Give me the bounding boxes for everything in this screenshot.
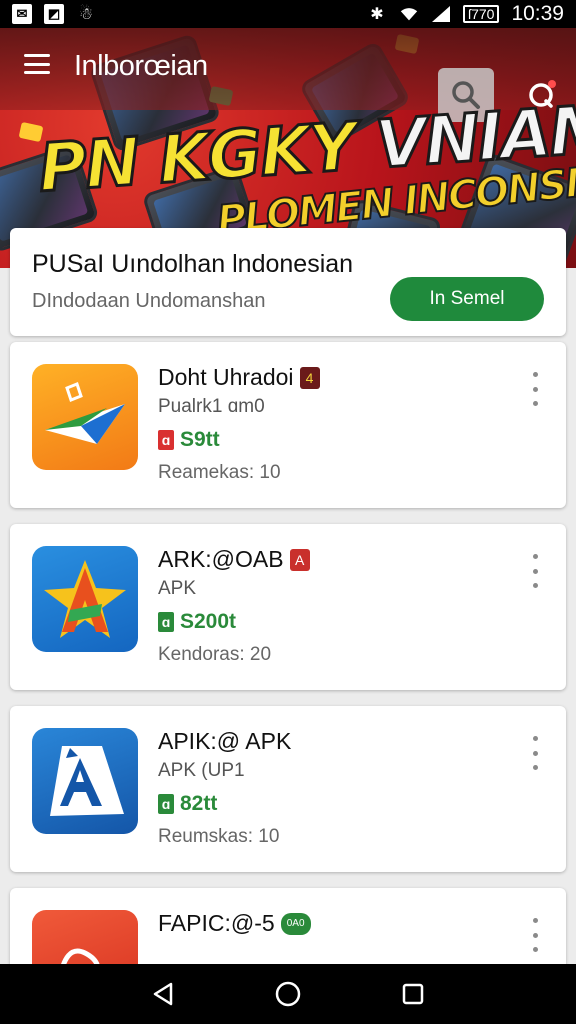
app-name-text: APIK:@ APK xyxy=(158,728,292,754)
menu-button[interactable] xyxy=(22,50,52,78)
back-icon xyxy=(153,982,172,1006)
more-options-button[interactable] xyxy=(530,372,540,406)
app-meta: Reumskas: 10 xyxy=(158,826,280,847)
home-button[interactable] xyxy=(268,974,308,1014)
app-card[interactable]: Doht Uhradoi 4 Pualrk1 ɑm0 ɑ S9tt Reamek… xyxy=(10,342,566,508)
dot-icon xyxy=(532,568,538,574)
android-icon: ☃ xyxy=(78,6,94,23)
status-right: ✱ ſ770 10:39 xyxy=(367,2,564,26)
rating-value: S9tt xyxy=(180,428,220,451)
app-name: APIK:@ APK xyxy=(158,728,291,755)
app-name-text: Doht Uhradoi xyxy=(158,364,294,390)
intro-action-button[interactable]: In Semel xyxy=(390,277,544,321)
dot-icon xyxy=(532,947,538,952)
app-badge: A xyxy=(289,548,310,571)
dot-icon xyxy=(532,554,538,559)
app-name-text: ARK:@OAB xyxy=(158,546,284,572)
status-bar: ✉ ◩ ☃ ✱ ſ770 10:39 xyxy=(0,0,576,28)
clock: 10:39 xyxy=(511,2,564,25)
dot-icon xyxy=(532,736,538,741)
more-options-button[interactable] xyxy=(530,918,540,952)
rating-flag-icon: ɑ xyxy=(158,430,174,450)
intro-subtitle: DIndodaan Undomanshan xyxy=(32,290,266,312)
rating-flag-icon: ɑ xyxy=(158,612,174,632)
dot-icon xyxy=(532,401,538,406)
paper-plane-icon xyxy=(32,364,138,470)
wifi-icon xyxy=(399,4,419,24)
app-title: Inlborœian xyxy=(74,50,208,82)
app-name: FAPIC:@-5 0A0 xyxy=(158,910,311,937)
app-developer: APK xyxy=(158,578,197,599)
app-rating: ɑ S9tt xyxy=(158,428,220,452)
recents-button[interactable] xyxy=(393,974,433,1014)
app-rating: ɑ S200t xyxy=(158,610,236,634)
battery-indicator: ſ770 xyxy=(462,5,500,23)
image-icon: ◩ xyxy=(44,4,64,24)
recents-icon xyxy=(403,983,424,1005)
app-badge: 0A0 xyxy=(280,912,311,935)
menu-icon xyxy=(24,71,50,74)
mail-icon: ✉ xyxy=(12,4,32,24)
app-meta: Kendoras: 20 xyxy=(158,644,272,665)
dot-icon xyxy=(532,386,538,392)
notification-dot xyxy=(548,80,556,88)
rating-flag-icon: ɑ xyxy=(158,794,174,814)
status-left: ✉ ◩ ☃ xyxy=(12,4,96,24)
rating-value: 82tt xyxy=(180,792,218,815)
letter-a-box-icon xyxy=(32,728,138,834)
letter-a-star-icon xyxy=(32,546,138,652)
rating-value: S200t xyxy=(180,610,237,633)
intro-title: PUSaI Uındolhan lndonesian xyxy=(32,250,354,278)
app-name: ARK:@OAB A xyxy=(158,546,310,573)
signal-icon xyxy=(431,4,451,24)
dot-icon xyxy=(532,932,538,938)
menu-icon xyxy=(24,54,50,57)
dot-icon xyxy=(532,583,538,588)
dot-icon xyxy=(532,750,538,756)
app-rating: ɑ 82tt xyxy=(158,792,217,816)
app-developer: APK (UP1 xyxy=(158,760,245,781)
bluetooth-icon: ✱ xyxy=(370,6,384,23)
app-card[interactable]: APIK:@ APK APK (UP1 ɑ 82tt Reumskas: 10 xyxy=(10,706,566,872)
dot-icon xyxy=(532,372,538,377)
more-options-button[interactable] xyxy=(530,554,540,588)
intro-card: PUSaI Uındolhan lndonesian DIndodaan Und… xyxy=(10,228,566,336)
app-card[interactable]: ARK:@OAB A APK ɑ S200t Kendoras: 20 xyxy=(10,524,566,690)
back-button[interactable] xyxy=(143,974,183,1014)
navigation-bar xyxy=(0,964,576,1024)
app-badge: 4 xyxy=(299,366,320,389)
app-name: Doht Uhradoi 4 xyxy=(158,364,320,391)
dot-icon xyxy=(532,918,538,923)
dot-icon xyxy=(532,765,538,770)
menu-icon xyxy=(24,62,50,66)
app-name-text: FAPIC:@-5 xyxy=(158,910,275,936)
app-meta: Reamekas: 10 xyxy=(158,462,281,483)
more-options-button[interactable] xyxy=(530,736,540,770)
home-icon xyxy=(275,981,301,1007)
app-developer: Pualrk1 ɑm0 xyxy=(158,396,265,417)
